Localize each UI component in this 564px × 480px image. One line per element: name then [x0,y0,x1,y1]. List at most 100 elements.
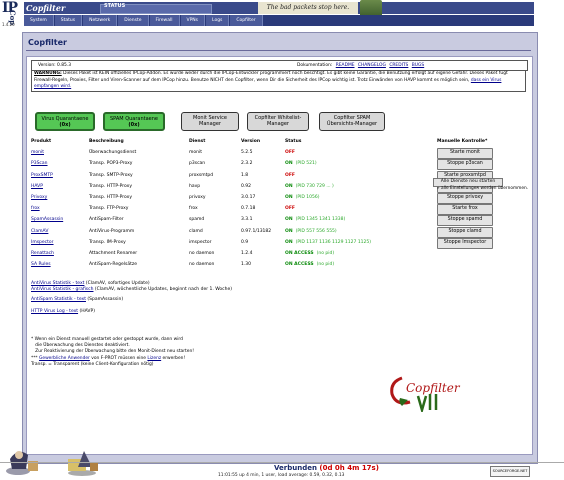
description-cell: AntiVirus-Programm [89,228,135,234]
service-control-button[interactable]: Stoppe spamd [437,215,493,227]
version-cell: 1.30 [241,262,252,268]
product-link[interactable]: P3Scan [31,161,48,166]
nav-system[interactable]: System [24,15,54,26]
description-cell: AntiSpam-Filter [89,217,124,223]
virus-quarantine-button[interactable]: Virus Quarantaene (0x) [35,112,95,131]
spam-stat-note: (SpamAssassin) [87,297,124,302]
status-badge: ON ACCESS [285,262,314,268]
monit-manager-button[interactable]: Monit Service Manager [181,112,239,131]
http-log-note: (HAVP) [79,309,95,314]
nav-firewall[interactable]: Firewall [149,15,180,26]
restart-all-note: » alle Einstellungen werden übernommen. [437,186,529,191]
service-control-button[interactable]: Stoppe p3scan [437,159,493,171]
product-link[interactable]: frox [31,206,40,211]
status-pid: (PID 521) [295,161,317,167]
whitelist-manager-button[interactable]: Copfilter Whitelist- Manager [247,112,309,131]
status-badge: ON [285,239,293,245]
spam-quarantine-button[interactable]: SPAM Quarantaene (0x) [103,112,165,131]
warning-box: WARNUNG: Dieses Paket ist KEIN offiziell… [31,70,526,92]
commercial-users-link[interactable]: Gewerbliche Anwender [39,356,90,361]
product-link[interactable]: HAVP [31,184,43,189]
product-link[interactable]: monit [31,150,44,155]
description-cell: Transp. SMTP-Proxy [89,172,133,178]
nav-copfilter[interactable]: Copfilter [230,15,263,26]
table-header: Produkt Beschreibung Dienst Version Stat… [31,137,526,148]
nav-vpns[interactable]: VPNs [180,15,206,26]
table-row: monit Überwachungsdienst monit 5.2.5 OFF Star… [31,148,526,160]
av-stat-graph-link[interactable]: AntiVirus Statistik - grafisch [31,287,93,292]
nav-logs[interactable]: Logs [206,15,230,26]
status-badge: ON [285,217,293,223]
nav-netzwerk[interactable]: Netzwerk [83,15,118,26]
mascot-image-2 [68,451,98,476]
virus-quarantine-count: (0x) [59,122,71,128]
service-control-button[interactable]: Starte monit [437,148,493,160]
product-link[interactable]: Renattach [31,251,54,256]
description-cell: Überwachungsdienst [89,150,137,156]
spam-overview-button[interactable]: Copfilter SPAM Übersichts-Manager [319,112,385,131]
product-link[interactable]: SA Rules [31,262,51,267]
credits-link[interactable]: CREDITS [389,63,408,68]
stat-line-spam: AntiSpam Statistik - text (SpamAssassin) [31,297,123,302]
product-link[interactable]: Privoxy [31,195,47,200]
status-cell: ON (PID 557 556 555) [285,229,337,234]
header-service: Dienst [189,139,206,144]
license-link[interactable]: Lizenz [147,356,161,361]
note-line-4-suffix: erwerben! [161,355,186,361]
table-row: Imspector Transp. IM-Proxy imspector 0.9 ON(… [31,237,526,249]
changelog-link[interactable]: CHANGELOG [358,63,386,68]
service-cell: imspector [189,239,212,245]
product-link[interactable]: ClamAV [31,229,48,234]
nav-dienste[interactable]: Dienste [118,15,149,26]
status-cell: ON ACCESS (no pid) [285,262,334,267]
tagline: The bad packets stop here. [258,2,358,14]
spam-stat-link[interactable]: AntiSpam Statistik - text [31,297,86,302]
service-cell: proxsmtpd [189,172,214,178]
product-link[interactable]: Imspector [31,240,54,245]
spam-quarantine-count: (0x) [128,122,140,128]
service-cell: privoxy [189,194,206,200]
service-cell: no daemon [189,262,215,268]
service-control-button[interactable]: Stoppe clamd [437,226,493,238]
warning-label: WARNUNG: [34,71,62,76]
status-badge: OFF [285,150,295,156]
footer-divider [0,462,564,463]
note-line-4-mid: von F-PROT müssen eine [89,355,148,361]
product-link[interactable]: ProxSMTP [31,173,53,178]
service-cell: monit [189,150,203,156]
connected-label: Verbunden [274,464,317,472]
version-text: Version: 0.85.3 [38,62,71,68]
table-row: frox Transp. FTP-Proxy frox 0.7.18 OFF Starte… [31,204,526,216]
status-pid: (no pid) [316,250,335,256]
description-cell: Attachment Renamer [89,250,138,256]
version-cell: 0.7.18 [241,206,256,212]
bugs-link[interactable]: BUGS [412,63,424,68]
product-link[interactable]: SpamAssassin [31,217,63,222]
service-cell: spamd [189,217,205,223]
service-control-button[interactable]: Stoppe privoxy [437,192,493,204]
stat-line-http: HTTP Virus Log - text (HAVP) [31,309,95,314]
http-log-link[interactable]: HTTP Virus Log - text [31,309,78,314]
stat-line-av-text: AntiVirus Statistik - text (ClamAV, sofo… [31,281,150,286]
status-badge: OFF [285,172,295,178]
readme-link[interactable]: README [336,63,355,68]
av-stat-text-note: (ClamAV, sofortiges Update) [85,281,150,286]
spam-overview-sub: Übersichts-Manager [326,121,378,127]
note-line-2: die Überwachung des Dienstes deaktiviert… [31,343,130,349]
service-control-button[interactable]: Starte frox [437,204,493,216]
sourceforge-badge[interactable]: SOURCEFORGE.NET [490,466,530,477]
copfilter-logo: Copfilter [390,376,461,412]
version-cell: 3.3.1 [241,217,253,223]
table-row: Privoxy Transp. HTTP-Proxy privoxy 3.0.17 ON… [31,192,526,204]
version-cell: 1.8 [241,172,249,178]
nav-status[interactable]: Status [54,15,83,26]
header-status: Status [285,139,302,144]
version-cell: 0.92 [241,183,252,189]
header-product: Produkt [31,139,52,144]
status-cell: ON (PID 1137 1136 1129 1127 1125) [285,240,371,245]
status-pid: (PID 730 729 ... ) [295,183,334,189]
service-control-button[interactable]: Stoppe Imspector [437,237,493,249]
mascot-image [6,451,38,475]
description-cell: Transp. IM-Proxy [89,239,126,245]
av-stat-text-link[interactable]: AntiVirus Statistik - text [31,281,84,286]
